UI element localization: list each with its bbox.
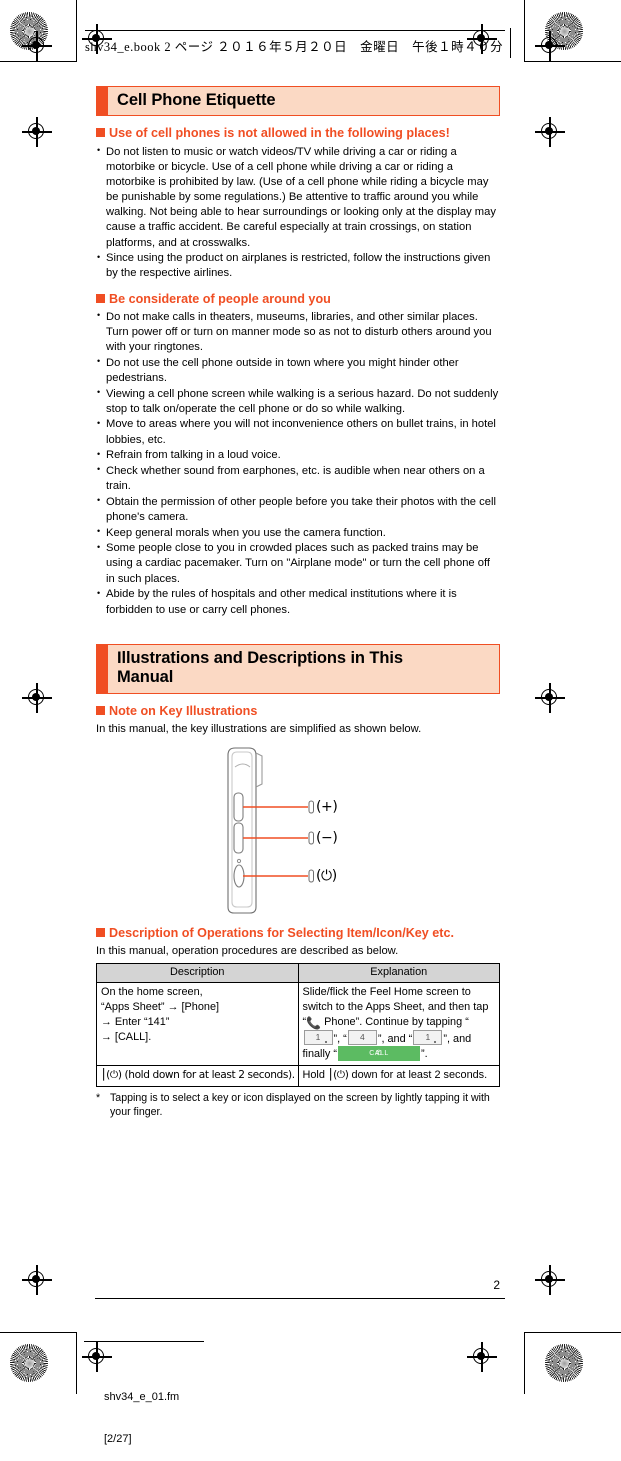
- orange-square-icon: [96, 705, 105, 715]
- registration-mark-bottom-right: [467, 1342, 497, 1372]
- subheading-use-of-cell-phones: Use of cell phones is not allowed in the…: [96, 125, 500, 141]
- registration-mark-right-middle: [535, 683, 565, 713]
- section-banner-cell-phone-etiquette: Cell Phone Etiquette: [96, 86, 500, 117]
- registration-mark-right-lower: [535, 1265, 565, 1295]
- list-item: Move to areas where you will not inconve…: [96, 417, 500, 447]
- list-item: Do not listen to music or watch videos/T…: [96, 144, 500, 251]
- registration-mark-right-upper: [535, 117, 565, 147]
- footnote-marker: *: [96, 1092, 101, 1105]
- print-header-divider: [510, 28, 511, 58]
- table-row: ⎮(⏻) (hold down for at least 2 seconds).…: [96, 1065, 500, 1088]
- keypad-key-4-icon[interactable]: 4: [347, 1029, 377, 1045]
- page-content: Cell Phone Etiquette Use of cell phones …: [96, 86, 500, 1119]
- subheading-label: Be considerate of people around you: [109, 291, 331, 306]
- banner-accent-bar: [97, 644, 108, 693]
- list-item: Since using the product on airplanes is …: [96, 251, 500, 281]
- crop-line-bottom-right: [524, 1332, 525, 1394]
- file-info: shv34_e_01.fm [2/27]: [84, 1341, 204, 1461]
- explanation-text: ”.: [421, 1048, 428, 1061]
- banner-accent-bar: [97, 87, 108, 116]
- footer-rule: [95, 1298, 505, 1300]
- list-item: Abide by the rules of hospitals and othe…: [96, 587, 500, 617]
- explanation-text: down for at least 2 seconds.: [348, 1069, 488, 1082]
- print-header-text: shv34_e.book 2 ページ ２０１６年５月２０日 金曜日 午後１時４０…: [85, 40, 504, 54]
- crop-line-top-horizontal-left: [0, 61, 76, 62]
- crop-line-bottom-horizontal-left: [0, 1332, 76, 1333]
- keypad-key-label: 4: [359, 1031, 365, 1042]
- subheading-label: Note on Key Illustrations: [109, 703, 258, 718]
- cell-explanation-2: Hold ⎮(⏻) down for at least 2 seconds.: [297, 1065, 500, 1088]
- subheading-label: Use of cell phones is not allowed in the…: [109, 126, 450, 141]
- explanation-text: ”, “: [333, 1032, 347, 1045]
- file-page: [2/27]: [104, 1433, 132, 1446]
- list-item: Refrain from talking in a loud voice.: [96, 448, 500, 463]
- print-header-rule: [85, 30, 505, 31]
- description-line: → Enter “141”: [101, 1015, 170, 1028]
- keypad-key-1-icon[interactable]: 1: [413, 1029, 443, 1045]
- section-banner-illustrations: Illustrations and Descriptions in This M…: [96, 643, 500, 694]
- registration-mark-left-middle: [22, 683, 52, 713]
- operations-table: Description Explanation On the home scre…: [96, 963, 500, 1088]
- bullet-list-be-considerate: Do not make calls in theaters, museums, …: [96, 309, 500, 618]
- call-button-label: ✆ CALL: [338, 1046, 420, 1061]
- crop-line-top: [76, 0, 77, 62]
- description-line: On the home screen,: [101, 985, 203, 998]
- explanation-text: Hold: [302, 1069, 328, 1082]
- registration-starburst-bottom-left: [10, 1344, 48, 1382]
- column-header-explanation: Explanation: [297, 963, 500, 983]
- subheading-note-on-key-illustrations: Note on Key Illustrations: [96, 703, 500, 719]
- phone-illustration-svg: [227, 747, 314, 914]
- page-number: 2: [493, 1278, 500, 1292]
- keypad-key-label: 1: [425, 1031, 431, 1042]
- table-header-row: Description Explanation: [96, 963, 500, 983]
- call-button-text: CALL: [369, 1050, 389, 1058]
- file-name: shv34_e_01.fm: [104, 1391, 180, 1404]
- call-button-icon[interactable]: ✆ CALL: [338, 1046, 420, 1062]
- orange-square-icon: [96, 927, 105, 937]
- table-row: On the home screen, “Apps Sheet” → [Phon…: [96, 981, 500, 1067]
- explanation-text: Phone”. Continue by tapping “: [321, 1015, 469, 1028]
- explanation-key: (⏻): [333, 1069, 349, 1082]
- cell-description-2: ⎮(⏻) (hold down for at least 2 seconds).: [96, 1065, 299, 1088]
- crop-line-top-horizontal-right: [524, 61, 621, 62]
- ops-intro-text: In this manual, operation procedures are…: [96, 944, 399, 957]
- phone-key-illustration: (+) (−) (⏻): [96, 743, 500, 921]
- footnote-text: Tapping is to select a key or icon displ…: [110, 1092, 490, 1119]
- list-item: Do not make calls in theaters, museums, …: [96, 309, 500, 356]
- description-line: → [CALL].: [101, 1030, 152, 1043]
- registration-starburst-bottom-right: [545, 1344, 583, 1382]
- subheading-description-of-operations: Description of Operations for Selecting …: [96, 925, 500, 941]
- orange-square-icon: [96, 128, 105, 138]
- print-header: shv34_e.book 2 ページ ２０１６年５月２０日 金曜日 午後１時４０…: [85, 28, 545, 58]
- phone-handset-icon: 📞: [306, 1015, 322, 1030]
- banner-title: Illustrations and Descriptions in This M…: [117, 648, 403, 687]
- registration-mark-left-upper: [22, 117, 52, 147]
- table-footnote: * Tapping is to select a key or icon dis…: [96, 1091, 500, 1119]
- crop-line-bottom-horizontal-right: [524, 1332, 621, 1333]
- subheading-be-considerate: Be considerate of people around you: [96, 291, 500, 307]
- column-header-description: Description: [96, 963, 299, 983]
- list-item: Check whether sound from earphones, etc.…: [96, 463, 500, 494]
- list-item: Keep general morals when you use the cam…: [96, 525, 500, 541]
- registration-mark-left-lower: [22, 1265, 52, 1295]
- bullet-list-not-allowed-places: Do not listen to music or watch videos/T…: [96, 144, 500, 282]
- description-line: “Apps Sheet” → [Phone]: [101, 1000, 220, 1013]
- list-item: Some people close to you in crowded plac…: [96, 541, 500, 587]
- explanation-text: ”, and “: [377, 1032, 413, 1045]
- crop-line-bottom: [76, 1332, 77, 1394]
- note-intro-text: In this manual, the key illustrations ar…: [96, 722, 422, 735]
- keypad-key-1-icon[interactable]: 1: [303, 1029, 333, 1045]
- cell-explanation-1: Slide/flick the Feel Home screen to swit…: [297, 981, 500, 1067]
- subheading-label: Description of Operations for Selecting …: [109, 925, 454, 940]
- cell-description-1: On the home screen, “Apps Sheet” → [Phon…: [96, 981, 299, 1067]
- list-item: Obtain the permission of other people be…: [96, 494, 500, 525]
- description-line: (⏻) (hold down for at least 2 seconds).: [106, 1069, 295, 1082]
- file-info-rule: [84, 1341, 204, 1342]
- keypad-key-label: 1: [315, 1031, 321, 1042]
- banner-title: Cell Phone Etiquette: [117, 91, 276, 109]
- orange-square-icon: [96, 293, 105, 303]
- list-item: Do not use the cell phone outside in tow…: [96, 355, 500, 386]
- registration-mark-mid-left: [22, 31, 52, 61]
- list-item: Viewing a cell phone screen while walkin…: [96, 386, 500, 417]
